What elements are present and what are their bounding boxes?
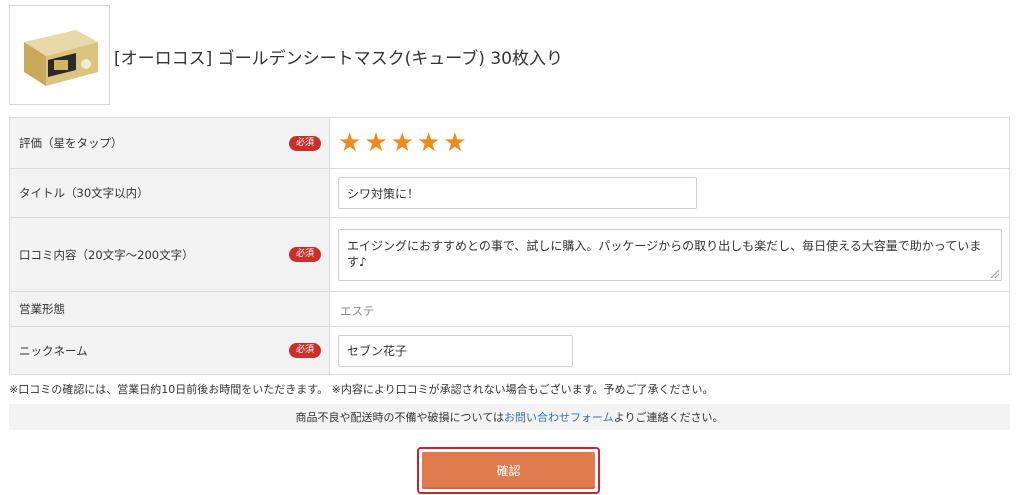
rating-label: 評価（星をタップ） <box>19 136 123 150</box>
review-label: 口コミ内容（20文字～200文字） <box>19 247 194 262</box>
product-package-image <box>23 30 98 86</box>
star-rating[interactable]: ★ ★ ★ ★ ★ <box>338 130 1001 156</box>
review-notice: ※口コミの確認には、営業日約10日前後お時間をいただきます。 ※内容により口コミ… <box>9 383 714 396</box>
resize-grip-icon[interactable] <box>991 269 999 278</box>
star-icon[interactable]: ★ <box>364 130 387 156</box>
star-icon[interactable]: ★ <box>417 130 440 156</box>
confirm-button[interactable]: 確認 <box>422 452 595 489</box>
title-label: タイトル（30文字以内） <box>19 186 149 200</box>
nickname-row: ニックネーム 必須 セブン花子 <box>9 326 1010 375</box>
star-icon[interactable]: ★ <box>338 130 361 156</box>
business-type-row: 営業形態 エステ <box>9 291 1010 327</box>
required-badge: 必須 <box>288 247 321 262</box>
required-badge: 必須 <box>288 135 321 151</box>
review-textarea[interactable]: エイジングにおすすめとの事で、試しに購入。パッケージからの取り出しも楽だし、毎日… <box>338 228 1002 281</box>
nickname-input[interactable]: セブン花子 <box>338 334 573 367</box>
review-text: エイジングにおすすめとの事で、試しに購入。パッケージからの取り出しも楽だし、毎日… <box>347 238 982 269</box>
product-title: [オーロコス] ゴールデンシートマスク(キューブ) 30枚入り <box>114 49 563 69</box>
review-row: 口コミ内容（20文字～200文字） 必須 エイジングにおすすめとの事で、試しに購… <box>9 217 1010 292</box>
contact-form-link[interactable]: お問い合わせフォーム <box>504 409 614 425</box>
nickname-label: ニックネーム <box>19 343 88 358</box>
business-type-value: エステ <box>340 303 375 318</box>
business-type-label: 営業形態 <box>19 302 65 316</box>
contact-prefix: 商品不良や配送時の不備や破損については <box>295 411 504 424</box>
product-image <box>9 5 110 105</box>
rating-row: 評価（星をタップ） 必須 ★ ★ ★ ★ ★ <box>9 117 1010 169</box>
title-input[interactable]: シワ対策に！ <box>338 177 697 209</box>
contact-suffix: よりご連絡ください。 <box>613 411 724 424</box>
star-icon[interactable]: ★ <box>391 130 414 156</box>
contact-bar: 商品不良や配送時の不備や破損については お問い合わせフォーム よりご連絡ください。 <box>9 404 1010 430</box>
star-icon[interactable]: ★ <box>443 130 466 156</box>
title-row: タイトル（30文字以内） シワ対策に！ <box>9 168 1010 218</box>
confirm-button-frame: 確認 <box>417 447 600 494</box>
required-badge: 必須 <box>288 343 321 358</box>
review-form-table: 評価（星をタップ） 必須 ★ ★ ★ ★ ★ タイトル（30文字以内） シワ対策… <box>9 117 1010 375</box>
